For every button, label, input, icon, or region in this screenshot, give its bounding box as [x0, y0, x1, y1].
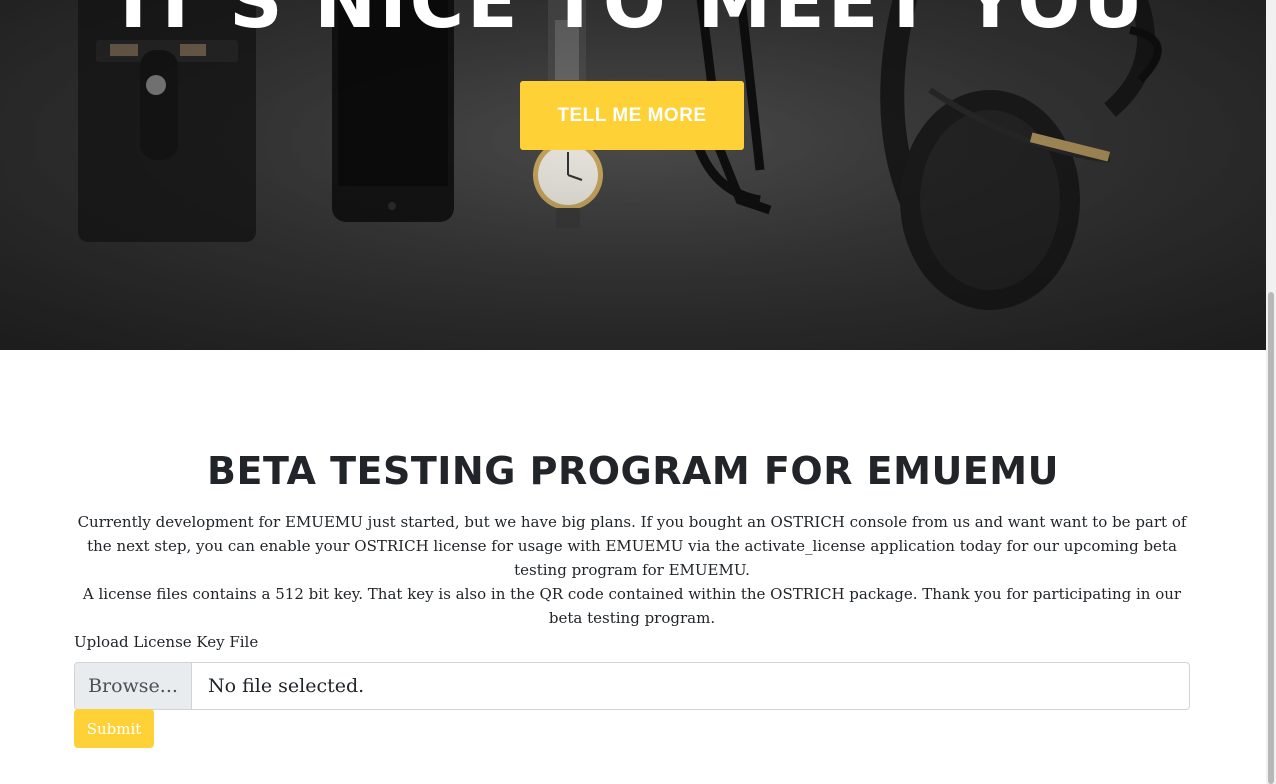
tell-me-more-button[interactable]: TELL ME MORE — [520, 81, 744, 150]
submit-button[interactable]: Submit — [74, 709, 154, 748]
beta-section-title: BETA TESTING PROGRAM FOR EMUEMU — [207, 449, 1059, 493]
scrollbar-thumb[interactable] — [1268, 292, 1274, 784]
hero-banner: IT'S NICE TO MEET YOU TELL ME MORE — [0, 0, 1266, 350]
hero-background-image — [0, 0, 1266, 350]
upload-license-label: Upload License Key File — [74, 633, 259, 651]
browse-button[interactable]: Browse... — [75, 663, 192, 709]
beta-intro-text: Currently development for EMUEMU just st… — [74, 510, 1190, 630]
file-status-text: No file selected. — [208, 675, 365, 697]
license-file-input[interactable]: Browse... No file selected. — [74, 662, 1190, 710]
beta-paragraph-1: Currently development for EMUEMU just st… — [77, 513, 1187, 579]
page: IT'S NICE TO MEET YOU TELL ME MORE BETA … — [0, 0, 1276, 784]
hero-heading: IT'S NICE TO MEET YOU — [119, 0, 1147, 45]
beta-paragraph-2: A license files contains a 512 bit key. … — [82, 585, 1182, 627]
